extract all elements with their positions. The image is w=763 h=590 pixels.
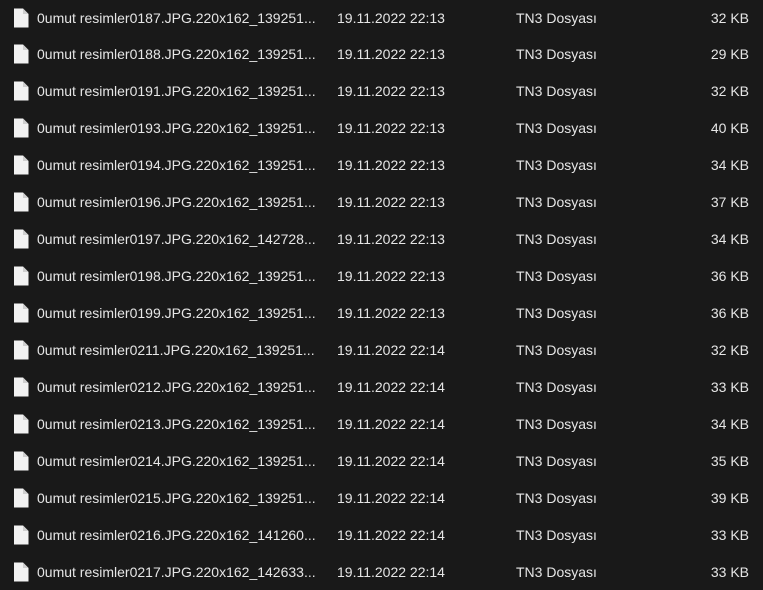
file-date: 19.11.2022 22:13 [337,193,445,210]
file-size: 29 KB [710,45,749,62]
file-name: 0umut resimler0194.JPG.220x162_139251... [37,156,316,173]
file-row[interactable]: 0umut resimler0215.JPG.220x162_139251...… [0,479,763,516]
file-name: 0umut resimler0214.JPG.220x162_139251... [37,452,316,469]
document-icon [13,562,29,582]
document-icon [13,488,29,508]
file-date: 19.11.2022 22:14 [337,489,445,506]
document-icon [13,192,29,212]
file-size: 37 KB [710,193,749,210]
file-date: 19.11.2022 22:13 [337,9,445,26]
file-name: 0umut resimler0211.JPG.220x162_139251... [37,341,315,358]
file-row[interactable]: 0umut resimler0194.JPG.220x162_139251...… [0,146,763,183]
file-size: 36 KB [710,267,749,284]
file-type: TN3 Dosyası [516,267,597,284]
file-date: 19.11.2022 22:13 [337,45,445,62]
document-icon [13,525,29,545]
file-size: 35 KB [710,452,749,469]
document-icon [13,229,29,249]
file-list: 0umut resimler0187.JPG.220x162_139251...… [0,0,763,590]
file-row[interactable]: 0umut resimler0213.JPG.220x162_139251...… [0,405,763,442]
file-size: 40 KB [710,119,749,136]
document-icon [13,8,29,28]
document-icon [13,155,29,175]
file-type: TN3 Dosyası [516,378,597,395]
file-size: 32 KB [710,82,749,99]
file-date: 19.11.2022 22:14 [337,341,445,358]
file-type: TN3 Dosyası [516,526,597,543]
file-date: 19.11.2022 22:14 [337,452,445,469]
file-name: 0umut resimler0199.JPG.220x162_139251... [37,304,316,321]
file-row[interactable]: 0umut resimler0187.JPG.220x162_139251...… [0,0,763,36]
file-row[interactable]: 0umut resimler0212.JPG.220x162_139251...… [0,368,763,405]
file-name: 0umut resimler0216.JPG.220x162_141260... [37,526,316,543]
file-name: 0umut resimler0193.JPG.220x162_139251... [37,119,316,136]
file-type: TN3 Dosyası [516,119,597,136]
file-name: 0umut resimler0215.JPG.220x162_139251... [37,489,316,506]
file-date: 19.11.2022 22:13 [337,119,445,136]
file-row[interactable]: 0umut resimler0188.JPG.220x162_139251...… [0,35,763,72]
file-row[interactable]: 0umut resimler0211.JPG.220x162_139251...… [0,331,763,368]
document-icon [13,118,29,138]
file-row[interactable]: 0umut resimler0214.JPG.220x162_139251...… [0,442,763,479]
file-size: 32 KB [710,341,749,358]
file-size: 33 KB [710,563,749,580]
file-size: 34 KB [710,230,749,247]
file-type: TN3 Dosyası [516,415,597,432]
file-type: TN3 Dosyası [516,452,597,469]
file-name: 0umut resimler0213.JPG.220x162_139251... [37,415,316,432]
document-icon [13,377,29,397]
file-date: 19.11.2022 22:14 [337,526,445,543]
file-type: TN3 Dosyası [516,304,597,321]
file-row[interactable]: 0umut resimler0197.JPG.220x162_142728...… [0,220,763,257]
document-icon [13,44,29,64]
file-size: 33 KB [710,526,749,543]
file-row[interactable]: 0umut resimler0198.JPG.220x162_139251...… [0,257,763,294]
file-date: 19.11.2022 22:13 [337,267,445,284]
file-name: 0umut resimler0197.JPG.220x162_142728... [37,230,316,247]
file-date: 19.11.2022 22:14 [337,563,445,580]
file-type: TN3 Dosyası [516,9,597,26]
file-row[interactable]: 0umut resimler0217.JPG.220x162_142633...… [0,553,763,590]
document-icon [13,340,29,360]
file-date: 19.11.2022 22:13 [337,82,445,99]
file-type: TN3 Dosyası [516,156,597,173]
file-name: 0umut resimler0188.JPG.220x162_139251... [37,45,316,62]
file-type: TN3 Dosyası [516,563,597,580]
file-type: TN3 Dosyası [516,230,597,247]
file-name: 0umut resimler0196.JPG.220x162_139251... [37,193,316,210]
document-icon [13,451,29,471]
file-size: 34 KB [710,156,749,173]
file-date: 19.11.2022 22:13 [337,230,445,247]
file-name: 0umut resimler0198.JPG.220x162_139251... [37,267,316,284]
document-icon [13,266,29,286]
file-type: TN3 Dosyası [516,193,597,210]
file-type: TN3 Dosyası [516,45,597,62]
file-row[interactable]: 0umut resimler0196.JPG.220x162_139251...… [0,183,763,220]
file-type: TN3 Dosyası [516,82,597,99]
file-size: 34 KB [710,415,749,432]
file-size: 33 KB [710,378,749,395]
document-icon [13,303,29,323]
file-row[interactable]: 0umut resimler0193.JPG.220x162_139251...… [0,109,763,146]
file-row[interactable]: 0umut resimler0191.JPG.220x162_139251...… [0,72,763,109]
file-date: 19.11.2022 22:14 [337,378,445,395]
document-icon [13,414,29,434]
document-icon [13,81,29,101]
file-date: 19.11.2022 22:14 [337,415,445,432]
file-date: 19.11.2022 22:13 [337,304,445,321]
file-size: 36 KB [710,304,749,321]
file-name: 0umut resimler0187.JPG.220x162_139251... [37,9,316,26]
file-name: 0umut resimler0217.JPG.220x162_142633... [37,563,316,580]
file-row[interactable]: 0umut resimler0199.JPG.220x162_139251...… [0,294,763,331]
file-type: TN3 Dosyası [516,341,597,358]
file-size: 39 KB [710,489,749,506]
file-name: 0umut resimler0212.JPG.220x162_139251... [37,378,316,395]
file-size: 32 KB [710,9,749,26]
file-type: TN3 Dosyası [516,489,597,506]
file-row[interactable]: 0umut resimler0216.JPG.220x162_141260...… [0,516,763,553]
file-date: 19.11.2022 22:13 [337,156,445,173]
file-name: 0umut resimler0191.JPG.220x162_139251... [37,82,316,99]
